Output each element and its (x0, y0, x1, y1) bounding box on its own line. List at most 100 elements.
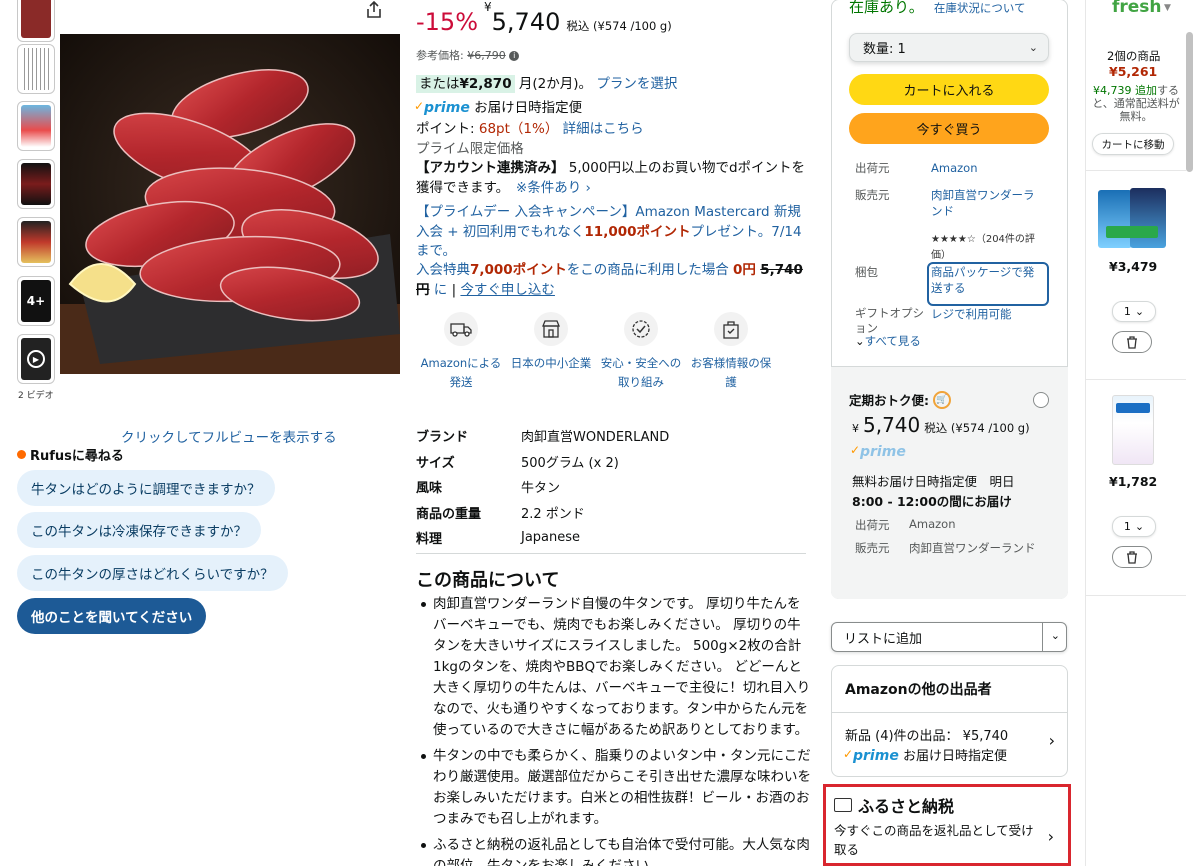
video-count-label: 2 ビデオ (18, 391, 54, 401)
feature-safety[interactable]: 安心・安全への取り組み (596, 312, 686, 392)
info-icon[interactable]: i (509, 51, 520, 61)
furusato-title-text: ふるさと納税 (858, 797, 955, 816)
benefit-text-2[interactable]: をこの商品に利用した場合 (567, 262, 729, 278)
spec-value: 肉卸直営WONDERLAND (521, 430, 670, 446)
fullview-link[interactable]: クリックしてフルビューを表示する (121, 426, 337, 446)
free-shipping-note: ¥4,739 追加すると、通常配送料が無料。 (1091, 84, 1181, 123)
chevron-right-icon: › (1048, 731, 1055, 750)
price-amount: 5,740 (491, 8, 561, 36)
ref-price-value: ¥6,790 (467, 49, 506, 62)
rail-item-image-diapers[interactable] (1094, 186, 1172, 252)
store-icon (534, 312, 568, 346)
dpoint-promo: 【アカウント連携済み】 5,000円以上のお買い物でdポイントを獲得できます。 … (416, 159, 811, 198)
spec-value: 2.2 ポンド (521, 506, 585, 522)
other-sellers-delivery-text: お届け日時指定便 (902, 749, 1007, 764)
scrollbar-thumb[interactable] (1186, 32, 1193, 172)
lock-bag-icon (714, 312, 748, 346)
subscribe-seller-value: 肉卸直営ワンダーランド (909, 541, 1036, 555)
rail-item-qty[interactable]: 1 ⌄ (1112, 301, 1156, 322)
play-icon: ▶ (27, 350, 45, 368)
rail-scrollbar[interactable] (1186, 28, 1193, 866)
benefit-points: 7,000ポイント (470, 262, 567, 278)
section-divider (416, 553, 806, 554)
thumbnail-4[interactable] (17, 159, 55, 209)
installment-suffix: 月(2か月)。 (518, 76, 593, 92)
rail-item-delete[interactable] (1112, 331, 1152, 353)
chevron-down-icon[interactable]: ▼ (1164, 3, 1171, 13)
other-sellers-delivery: prime お届け日時指定便 (845, 745, 1007, 764)
chevron-down-icon: ⌄ (1028, 41, 1038, 54)
price-tax-note: 税込 (¥574 /100 g) (566, 19, 672, 33)
installment-prefix: または (419, 76, 460, 92)
furusato-desc: 今すぐこの商品を返礼品として受け取る (834, 823, 1034, 857)
thumbnail-video-2[interactable]: ▶ (17, 334, 55, 384)
share-icon[interactable] (365, 1, 383, 19)
subscribe-radio[interactable] (1033, 392, 1049, 408)
buy-now-button[interactable]: 今すぐ買う (849, 113, 1049, 144)
rufus-question-3[interactable]: この牛タンの厚さはどれくらいですか？ (17, 555, 288, 591)
thumbnail-2[interactable] (17, 44, 55, 94)
rail-item-image-diapers-2[interactable] (1094, 395, 1172, 465)
seller-rating[interactable]: ★★★★☆（204件の評価） (931, 232, 1041, 264)
feature-small-business[interactable]: 日本の中小企業 (506, 312, 596, 392)
main-product-image[interactable] (60, 34, 400, 374)
apply-now-link[interactable]: 今すぐ申し込む (460, 282, 555, 298)
add-to-cart-button[interactable]: カートに入れる (849, 74, 1049, 105)
quantity-value: 数量: 1 (863, 42, 906, 57)
thumbnail-1[interactable] (17, 0, 55, 42)
points-detail-link[interactable]: 詳細はこちら (563, 121, 644, 137)
subscribe-title: 定期おトク便: 🛒 (849, 390, 951, 409)
about-title: この商品について (416, 570, 560, 591)
points-row: ポイント: 68pt（1%） 詳細はこちら (416, 117, 644, 137)
packaging-value[interactable]: 商品パッケージで発送する (931, 264, 1041, 296)
chevron-down-icon[interactable]: ⌄ (1051, 629, 1060, 642)
plan-select-link[interactable]: プランを選択 (596, 76, 677, 92)
prime-delivery-text: お届け日時指定便 (474, 100, 583, 116)
benefit-text-3[interactable]: に (434, 282, 448, 298)
ship-from-value[interactable]: Amazon (931, 160, 1041, 176)
rail-item-price: ¥3,479 (1109, 259, 1158, 274)
chevron-right-icon: › (1047, 827, 1054, 846)
subscribe-price: ¥ 5,740 税込 (¥574 /100 g) (852, 413, 1030, 437)
go-to-cart-button[interactable]: カートに移動 (1092, 133, 1174, 155)
rufus-ask-button[interactable]: 他のことを聞いてください (17, 598, 207, 634)
fresh-logo[interactable]: fresh (1112, 0, 1162, 17)
about-bullet: 肉卸直営ワンダーランド自慢の牛タンです。 厚切り牛たんをバーベキューでも、焼肉で… (416, 594, 811, 741)
feature-amazon-shipping[interactable]: Amazonによる発送 (416, 312, 506, 392)
cart-subtotal: ¥5,261 (1109, 64, 1158, 79)
mastercard-promo[interactable]: 【プライムデー 入会キャンペーン】Amazon Mastercard 新規入会 … (416, 203, 811, 262)
quantity-select[interactable]: 数量: 1 ⌄ (849, 33, 1049, 62)
rail-divider (1085, 0, 1086, 866)
chevron-down-icon: ⌄ (1134, 305, 1145, 318)
gift-option-value[interactable]: レジで利用可能 (931, 306, 1041, 322)
benefit-text-1[interactable]: 入会特典 (416, 262, 470, 278)
seller-value[interactable]: 肉卸直営ワンダーランド (931, 187, 1041, 219)
dpoint-conditions-link[interactable]: ※条件あり (516, 180, 581, 196)
thumbnail-3[interactable] (17, 101, 55, 151)
thumbnail-video-1[interactable]: 4+ (17, 276, 55, 326)
other-sellers-title: Amazonの他の出品者 (845, 682, 992, 698)
rail-item-delete[interactable] (1112, 546, 1152, 568)
other-sellers-panel[interactable]: Amazonの他の出品者 新品 (4)件の出品： ¥5,740 prime お届… (831, 665, 1068, 777)
chevron-down-icon: ⌄ (855, 334, 865, 348)
packaging-label: 梱包 (855, 265, 878, 279)
feature-label: お客様情報の保護 (690, 356, 772, 389)
rail-item-qty[interactable]: 1 ⌄ (1112, 516, 1156, 537)
rufus-question-1[interactable]: 牛タンはどのように調理できますか？ (17, 470, 275, 506)
furusato-nozei-panel[interactable]: ふるさと納税 今すぐこの商品を返礼品として受け取る › (823, 784, 1071, 866)
list-divider (1042, 623, 1043, 651)
dpoint-bold: 【アカウント連携済み】 (416, 160, 565, 176)
feature-label: 日本の中小企業 (510, 356, 592, 370)
mc-points: 11,000ポイント (584, 223, 691, 240)
benefit-promo: 入会特典7,000ポイントをこの商品に利用した場合 0円 5,740円 に | … (416, 262, 803, 298)
see-all-link[interactable]: ⌄すべて見る (855, 333, 921, 349)
stock-info-link[interactable]: 在庫状況について (934, 1, 1026, 15)
stock-row: 在庫あり。 在庫状況について (849, 0, 1026, 17)
spec-key: 風味 (416, 481, 443, 497)
rufus-question-2[interactable]: この牛タンは冷凍保存できますか？ (17, 512, 261, 548)
ship-from-label: 出荷元 (855, 161, 890, 175)
thumbnail-5[interactable] (17, 217, 55, 267)
add-to-list-button[interactable]: リストに追加 ⌄ (831, 622, 1067, 652)
feature-privacy[interactable]: お客様情報の保護 (686, 312, 776, 392)
spec-table: ブランド 肉卸直営WONDERLAND サイズ 500グラム (x 2) 風味 牛タン… (416, 423, 806, 551)
